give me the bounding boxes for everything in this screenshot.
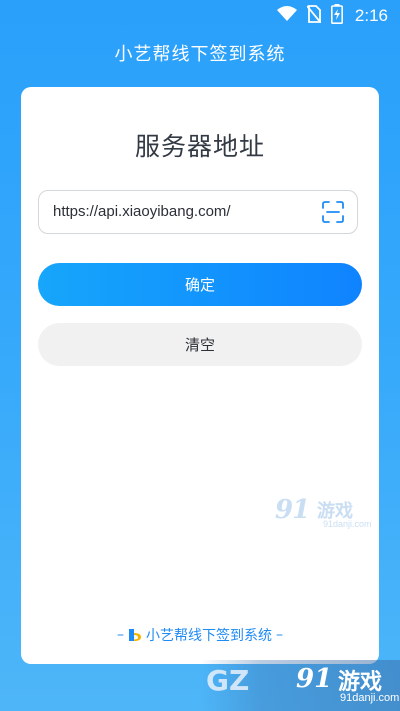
status-icons: 2:16: [276, 4, 388, 28]
status-bar: 2:16: [0, 0, 400, 32]
no-sim-icon: [306, 5, 322, 27]
footer-dash-right: –: [276, 627, 283, 643]
brand-logo-icon: [128, 628, 142, 642]
footer-dash-left: –: [117, 627, 124, 643]
watermark-number: 91: [275, 495, 310, 525]
battery-charging-icon: [330, 4, 343, 28]
server-url-input[interactable]: [53, 191, 313, 232]
watermark-domain: 91danji.com: [323, 519, 372, 529]
wifi-icon: [276, 6, 297, 26]
watermark-bottom: GZ 91 游戏 91danji.com: [200, 660, 400, 711]
watermark-91danji: 91 游戏 91danji.com: [275, 495, 372, 531]
watermark-bottom-number: 91: [296, 664, 333, 694]
scan-icon[interactable]: [321, 200, 345, 224]
footer-brand-text: 小艺帮线下签到系统: [146, 628, 272, 644]
url-input-container: [38, 190, 358, 234]
card-title: 服务器地址: [134, 132, 265, 161]
footer-brand: – 小艺帮线下签到系统 –: [21, 625, 379, 645]
server-address-card: 服务器地址 确定 清空 91 游戏 91danji.com –: [21, 87, 379, 664]
app-title: 小艺帮线下签到系统: [114, 44, 286, 65]
watermark-gz-logo: GZ: [206, 664, 250, 697]
confirm-button[interactable]: 确定: [38, 263, 362, 306]
status-time: 2:16: [354, 6, 388, 25]
clear-button[interactable]: 清空: [38, 323, 362, 366]
watermark-bottom-domain: 91danji.com: [340, 692, 400, 704]
